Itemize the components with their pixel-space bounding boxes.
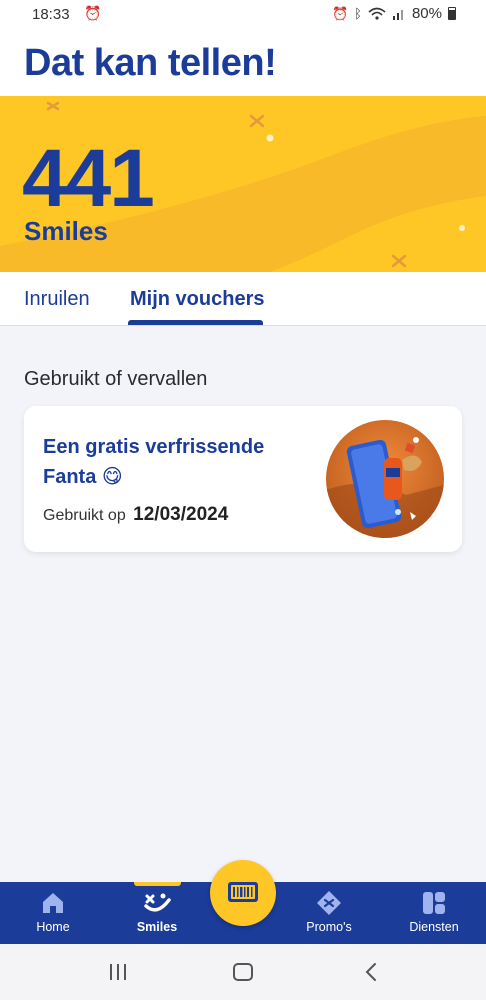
- barcode-icon: [228, 882, 258, 902]
- signal-icon: [392, 10, 403, 20]
- nav-home-label: Home: [36, 920, 70, 934]
- smile-icon: [144, 893, 171, 912]
- voucher-date: 12/03/2024: [133, 504, 229, 525]
- scan-card-button[interactable]: [210, 860, 276, 926]
- alarm-icon: ⏰: [331, 5, 349, 21]
- battery-text: 80%: [411, 5, 442, 22]
- tab-bar: Inruilen Mijn vouchers: [0, 272, 486, 326]
- nav-diensten-label: Diensten: [409, 920, 459, 934]
- status-icons: ⏰ ᛒ 80%: [332, 5, 456, 22]
- voucher-date-row: Gebruikt op 12/03/2024: [43, 504, 228, 526]
- nav-home[interactable]: Home: [13, 890, 93, 934]
- voucher-image: [326, 420, 444, 538]
- status-time: 18:33: [32, 6, 70, 23]
- recent-apps-icon[interactable]: [108, 962, 128, 982]
- voucher-date-label: Gebruikt op: [43, 507, 126, 524]
- status-bar: 18:33 ⏰ ⏰ ᛒ 80%: [0, 0, 486, 30]
- nav-promos[interactable]: Promo's: [289, 890, 369, 934]
- nav-smiles-label: Smiles: [136, 920, 178, 934]
- home-button-icon[interactable]: [233, 963, 253, 981]
- voucher-card[interactable]: Een gratis verfrissende Fanta 😋 Gebruikt…: [24, 406, 462, 552]
- smiles-count: 441: [22, 133, 155, 224]
- tab-inruilen[interactable]: Inruilen: [24, 288, 90, 311]
- nav-promos-label: Promo's: [306, 920, 352, 934]
- alarm-icon: ⏰: [84, 5, 102, 21]
- active-nav-indicator: [134, 882, 181, 886]
- nav-smiles[interactable]: Smiles: [117, 890, 197, 934]
- bluetooth-icon: ᛒ: [354, 6, 362, 21]
- system-navigation-bar: [0, 944, 486, 1000]
- nav-diensten[interactable]: Diensten: [394, 890, 474, 934]
- page-title: Dat kan tellen!: [24, 42, 277, 84]
- grid-icon: [423, 892, 445, 914]
- header: Dat kan tellen!: [0, 30, 486, 96]
- battery-icon: [448, 7, 456, 20]
- section-title: Gebruikt of vervallen: [24, 368, 208, 390]
- wifi-icon: [368, 7, 386, 20]
- active-tab-indicator: [128, 320, 263, 325]
- home-icon: [43, 893, 63, 913]
- tab-mijn-vouchers[interactable]: Mijn vouchers: [130, 288, 264, 311]
- smiles-unit: Smiles: [24, 216, 108, 246]
- promo-icon: [317, 891, 341, 915]
- voucher-title: Een gratis verfrissende Fanta 😋: [43, 436, 265, 488]
- smiles-banner: 441 Smiles: [0, 96, 486, 272]
- back-icon[interactable]: [364, 962, 378, 982]
